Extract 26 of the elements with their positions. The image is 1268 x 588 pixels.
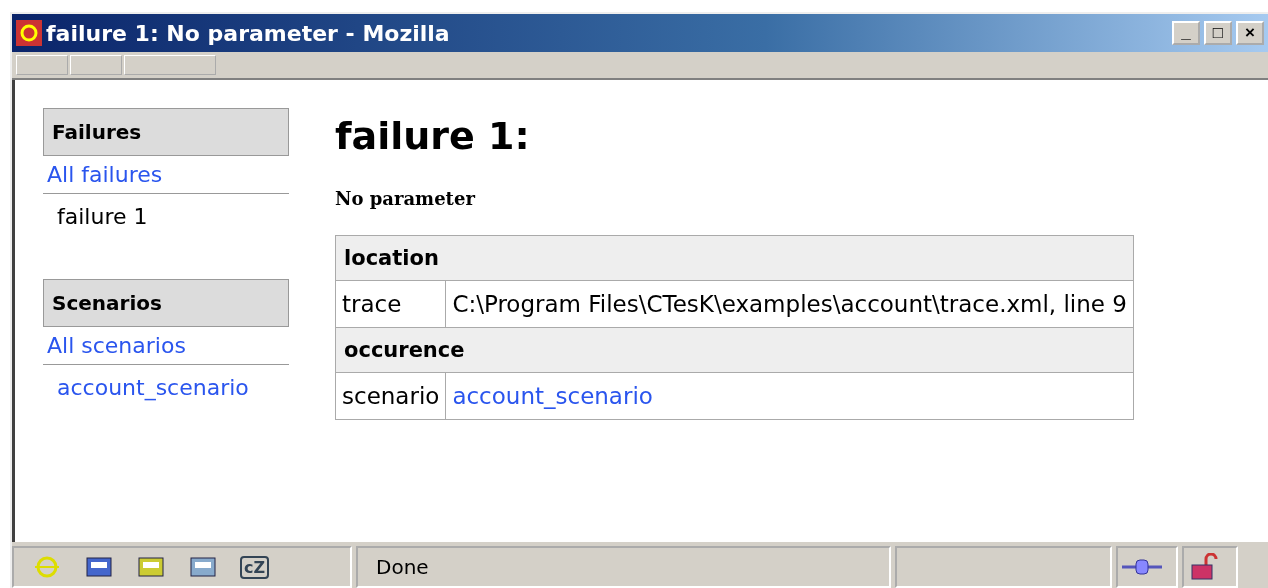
sidebar-item[interactable]: failure 1 [43, 194, 289, 239]
window-title: failure 1: No parameter - Mozilla [46, 20, 451, 46]
page-subtitle: No parameter [335, 188, 477, 209]
close-button[interactable]: × [1236, 21, 1264, 45]
toolbar-grip[interactable] [16, 55, 68, 75]
page-title: failure 1: [335, 114, 531, 158]
status-text: Done [376, 555, 429, 579]
sidebar-link[interactable]: All scenarios [43, 327, 289, 365]
sidebar-heading: Scenarios [43, 279, 289, 327]
scenario-link[interactable]: account_scenario [452, 383, 653, 409]
sidebar-link[interactable]: account_scenario [43, 365, 289, 410]
connection-icon [1122, 557, 1162, 577]
section-header: occurence [335, 327, 1134, 373]
toolbar-grip[interactable] [70, 55, 122, 75]
unlocked-padlock-icon [1190, 553, 1218, 581]
chat-icon[interactable]: cZ [240, 555, 270, 579]
table-cell: C:\Program Files\CTesK\examples\account\trace.xml, line 9 [445, 280, 1134, 328]
table-cell: trace [335, 280, 446, 328]
table-cell: scenario [335, 372, 446, 420]
toolbar-grip[interactable] [124, 55, 216, 75]
app-icon [16, 20, 42, 46]
section-header: location [335, 235, 1134, 281]
sidebar-heading: Failures [43, 108, 289, 156]
maximize-button[interactable]: □ [1204, 21, 1232, 45]
minimize-button[interactable]: _ [1172, 21, 1200, 45]
sidebar-link[interactable]: All failures [43, 156, 289, 194]
